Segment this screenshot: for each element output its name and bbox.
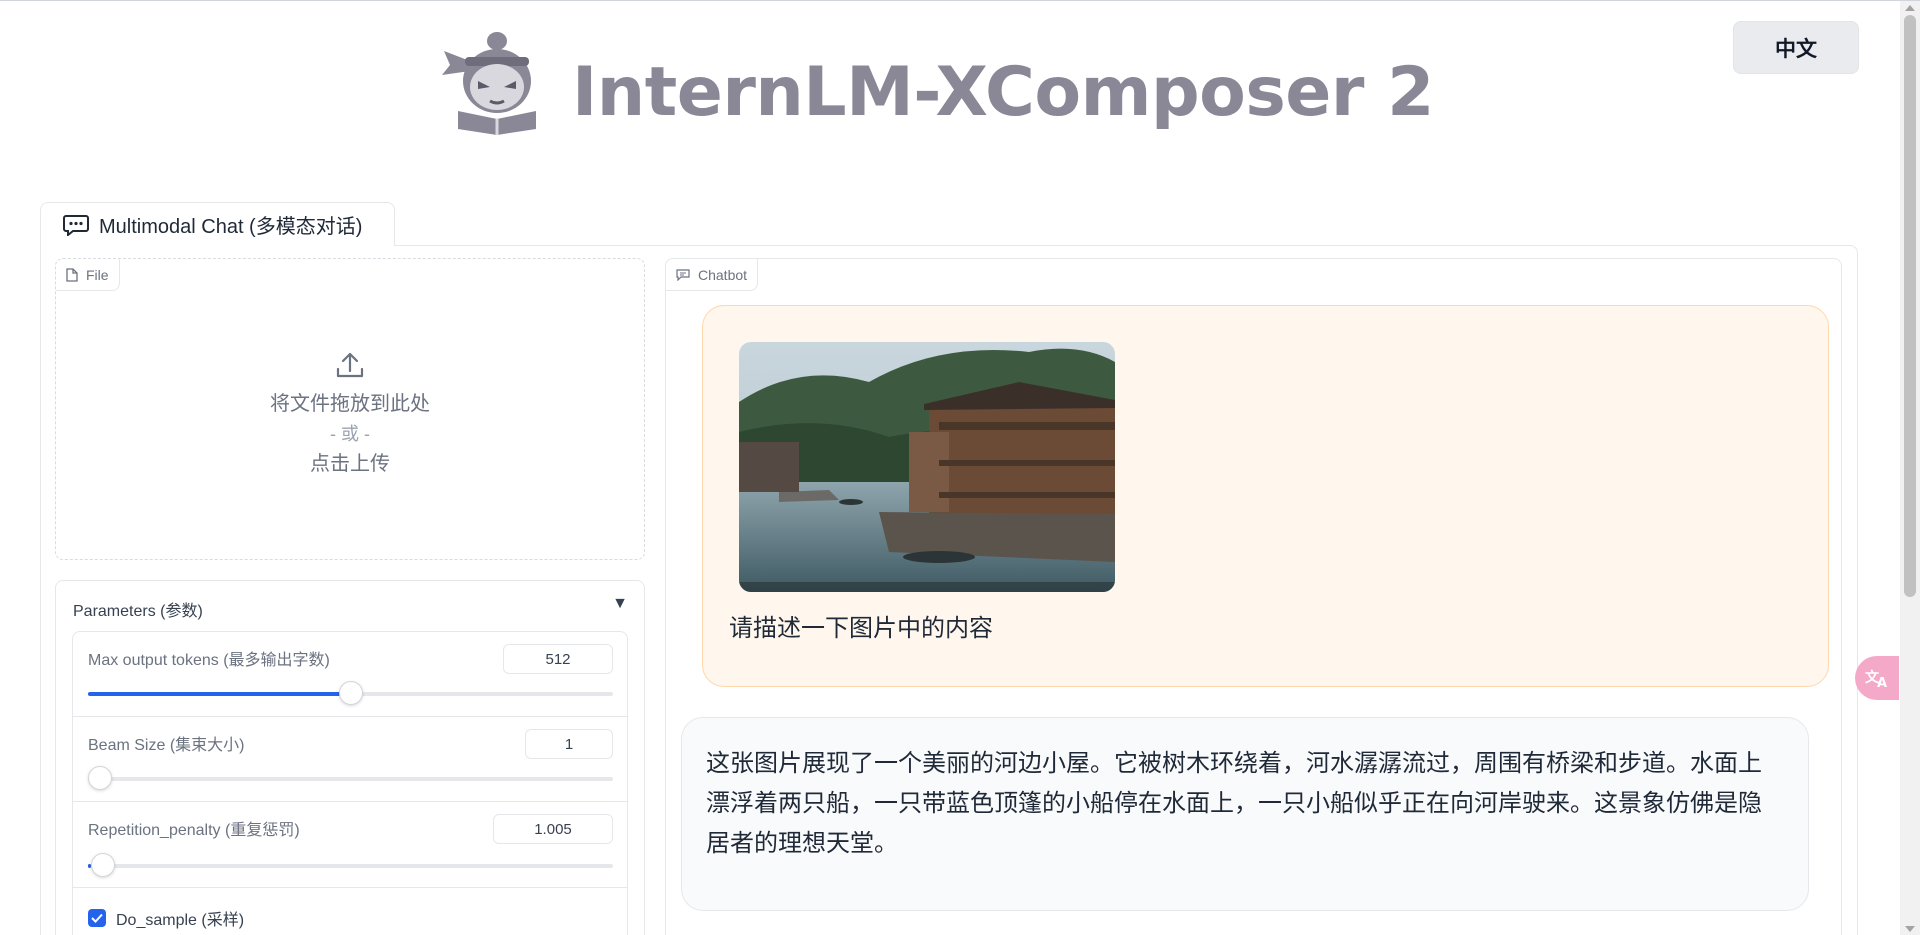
beam-size-label: Beam Size (集束大小) xyxy=(88,737,245,754)
page-scrollbar[interactable] xyxy=(1900,1,1920,935)
slider-thumb[interactable] xyxy=(88,766,112,790)
do-sample-label: Do_sample (采样) xyxy=(116,912,245,929)
scrollbar-thumb[interactable] xyxy=(1904,15,1916,597)
logo-icon xyxy=(442,32,536,135)
max-tokens-input[interactable] xyxy=(503,644,613,674)
beam-size-row: Beam Size (集束大小) xyxy=(73,717,627,802)
file-upload[interactable]: File 将文件拖放到此处 - 或 - 点击上传 xyxy=(55,258,645,560)
file-block-label: File xyxy=(56,259,120,291)
river-town-photo[interactable] xyxy=(739,342,1115,592)
upload-icon xyxy=(336,352,364,378)
parameters-group: Max output tokens (最多输出字数) Beam Size (集束… xyxy=(72,631,628,935)
tab-label: Multimodal Chat (多模态对话) xyxy=(99,216,363,238)
language-toggle-button[interactable]: 中文 xyxy=(1733,21,1859,74)
slider-thumb[interactable] xyxy=(90,853,115,877)
translate-icon: 文 A xyxy=(1865,669,1887,689)
repetition-penalty-label: Repetition_penalty (重复惩罚) xyxy=(88,822,300,839)
chatbot-panel: Chatbot 请描述一下图片中的内容 这张图片展现了一个美丽的河边小屋。它被树… xyxy=(665,258,1842,935)
chat-bubble-icon xyxy=(63,214,89,236)
user-message-text: 请描述一下图片中的内容 xyxy=(729,615,993,642)
translate-float-button[interactable]: 文 A xyxy=(1855,656,1899,700)
bot-message-text: 这张图片展现了一个美丽的河边小屋。它被树木环绕着，河水潺潺流过，周围有桥梁和步道… xyxy=(706,750,1762,857)
repetition-penalty-slider[interactable] xyxy=(88,853,613,877)
bot-message: 这张图片展现了一个美丽的河边小屋。它被树木环绕着，河水潺潺流过，周围有桥梁和步道… xyxy=(681,717,1809,911)
upload-drop-text: 将文件拖放到此处 xyxy=(270,393,430,415)
repetition-penalty-input[interactable] xyxy=(493,814,613,844)
upload-click-text[interactable]: 点击上传 xyxy=(56,449,644,479)
upload-drop-zone[interactable]: 将文件拖放到此处 - 或 - 点击上传 xyxy=(56,351,644,479)
chatbot-block-label: Chatbot xyxy=(666,259,759,291)
app-root: InternLM-XComposer 2 中文 Multimodal Chat … xyxy=(0,0,1920,935)
beam-size-input[interactable] xyxy=(525,729,613,759)
do-sample-row[interactable]: Do_sample (采样) xyxy=(88,906,244,930)
scroll-down-icon[interactable] xyxy=(1905,926,1915,932)
scroll-up-icon[interactable] xyxy=(1905,5,1915,11)
max-tokens-label: Max output tokens (最多输出字数) xyxy=(88,652,330,669)
parameters-accordion: Parameters (参数) ▼ Max output tokens (最多输… xyxy=(55,580,645,935)
repetition-penalty-row: Repetition_penalty (重复惩罚) xyxy=(73,802,627,888)
slider-thumb[interactable] xyxy=(338,681,363,705)
collapse-toggle-icon[interactable]: ▼ xyxy=(612,595,628,613)
file-label-text: File xyxy=(86,266,109,283)
svg-text:A: A xyxy=(1877,676,1887,689)
file-icon xyxy=(66,267,78,282)
do-sample-checkbox[interactable] xyxy=(88,909,106,927)
upload-or-text: - 或 - xyxy=(330,424,370,444)
max-tokens-row: Max output tokens (最多输出字数) xyxy=(73,632,627,717)
parameters-title[interactable]: Parameters (参数) xyxy=(73,597,203,621)
tab-multimodal-chat[interactable]: Multimodal Chat (多模态对话) xyxy=(40,202,395,246)
chatbot-label-text: Chatbot xyxy=(698,266,748,283)
chat-icon xyxy=(676,268,690,281)
beam-size-slider[interactable] xyxy=(88,766,613,790)
checkmark-icon xyxy=(91,913,103,923)
app-title: InternLM-XComposer 2 xyxy=(572,53,1434,132)
max-tokens-slider[interactable] xyxy=(88,681,613,705)
user-message: 请描述一下图片中的内容 xyxy=(702,305,1829,687)
slider-fill xyxy=(88,692,351,696)
